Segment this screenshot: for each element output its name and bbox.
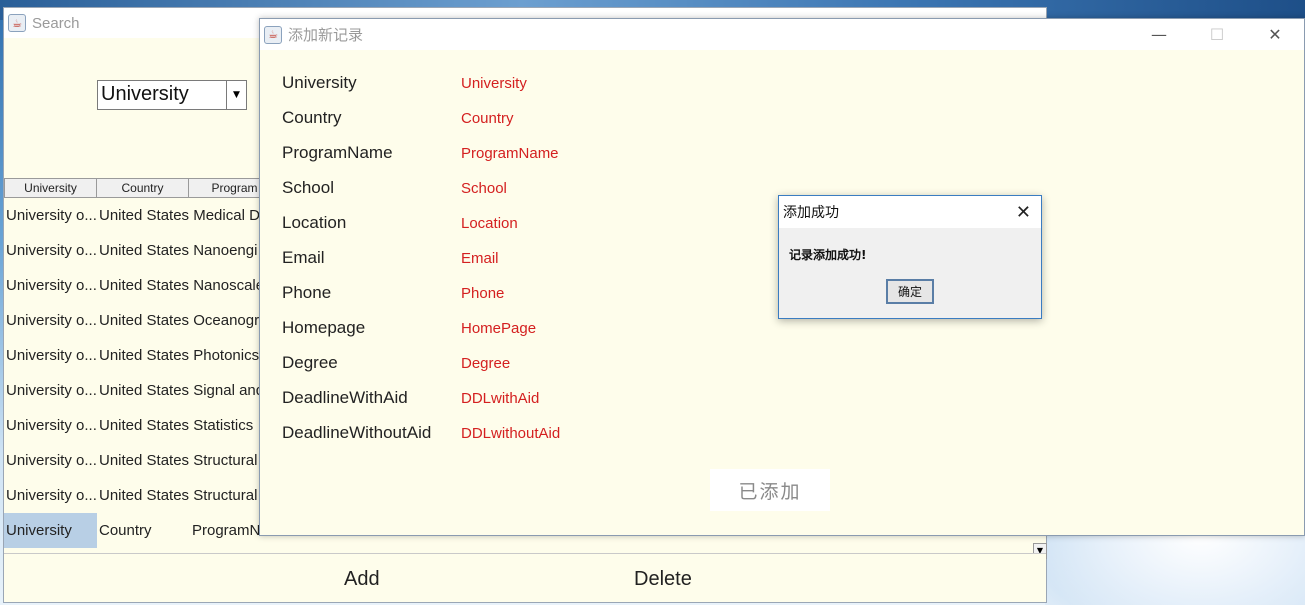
field-label: School [282, 178, 334, 197]
form-row: ProgramName ProgramName [282, 143, 882, 167]
field-value[interactable]: Phone [461, 285, 504, 302]
field-label: Email [282, 248, 325, 267]
field-label: Location [282, 213, 347, 232]
java-icon: ☕ [264, 25, 282, 44]
field-label: DeadlineWithoutAid [282, 423, 432, 442]
window-title: 添加新记录 [288, 27, 364, 44]
table-cell-university[interactable]: University o... [4, 242, 97, 259]
table-cell-country[interactable]: United States Structural [97, 452, 277, 469]
added-button[interactable]: 已添加 [710, 469, 830, 511]
table-cell-country[interactable]: United States Signal and [97, 382, 277, 399]
form-row: DeadlineWithAid DDLwithAid [282, 388, 882, 412]
form-row: Degree Degree [282, 353, 882, 377]
success-dialog: 添加成功 ✕ 记录添加成功! 确定 [778, 195, 1042, 319]
close-icon[interactable]: ✕ [1016, 202, 1031, 223]
delete-button[interactable]: Delete [634, 568, 692, 591]
dialog-title: 添加成功 [783, 205, 839, 221]
bottom-bar: Add Delete [4, 553, 1046, 602]
form-row: Homepage HomePage [282, 318, 882, 342]
column-header-university[interactable]: University [4, 178, 97, 198]
field-value[interactable]: DDLwithoutAid [461, 425, 560, 442]
field-label: University [282, 73, 357, 92]
field-value[interactable]: Location [461, 215, 518, 232]
field-value[interactable]: HomePage [461, 320, 536, 337]
column-header-country[interactable]: Country [96, 178, 189, 198]
table-cell-country[interactable]: United States Statistics [97, 417, 277, 434]
close-icon[interactable]: ✕ [1246, 19, 1304, 50]
field-value[interactable]: Degree [461, 355, 510, 372]
table-cell-country[interactable]: United States Structural [97, 487, 277, 504]
field-label: Degree [282, 353, 338, 372]
field-label: Homepage [282, 318, 366, 337]
table-cell-university[interactable]: University o... [4, 417, 97, 434]
table-cell-country[interactable]: United States Oceanogra [97, 312, 277, 329]
window-controls: — ☐ ✕ [1130, 19, 1304, 50]
combo-value: University [101, 83, 189, 105]
field-label: Country [282, 108, 342, 127]
dialog-titlebar: 添加成功 ✕ [779, 196, 1041, 228]
ok-button[interactable]: 确定 [886, 279, 934, 304]
field-label: DeadlineWithAid [282, 388, 408, 407]
form-row: University University [282, 73, 882, 97]
form-row: Country Country [282, 108, 882, 132]
add-button[interactable]: Add [344, 568, 380, 591]
selected-cell[interactable]: University [4, 513, 97, 548]
field-value[interactable]: Country [461, 110, 514, 127]
table-cell-university[interactable]: University o... [4, 452, 97, 469]
field-value[interactable]: ProgramName [461, 145, 559, 162]
maximize-icon[interactable]: ☐ [1188, 19, 1246, 50]
minimize-icon[interactable]: — [1130, 19, 1188, 50]
table-cell-country[interactable]: United States Photonics [97, 347, 277, 364]
table-cell-university[interactable]: University o... [4, 277, 97, 294]
field-value[interactable]: Email [461, 250, 499, 267]
window-title: Search [32, 14, 80, 32]
table-cell-university[interactable]: University o... [4, 347, 97, 364]
search-field-combo[interactable]: University ▼ [97, 80, 247, 110]
chevron-down-icon[interactable]: ▼ [226, 81, 246, 109]
table-cell-country[interactable]: United States Nanoscale [97, 277, 277, 294]
table-cell[interactable]: Country [97, 522, 190, 539]
table-cell-university[interactable]: University o... [4, 487, 97, 504]
field-value[interactable]: DDLwithAid [461, 390, 539, 407]
table-cell-university[interactable]: University o... [4, 382, 97, 399]
form-row: DeadlineWithoutAid DDLwithoutAid [282, 423, 882, 447]
table-cell-university[interactable]: University o... [4, 312, 97, 329]
table-cell-country[interactable]: United States Medical D [97, 207, 277, 224]
table-cell-country[interactable]: United States Nanoengi [97, 242, 277, 259]
field-value[interactable]: School [461, 180, 507, 197]
field-label: ProgramName [282, 143, 393, 162]
dialog-message: 记录添加成功! [789, 248, 867, 262]
table-cell-university[interactable]: University o... [4, 207, 97, 224]
field-label: Phone [282, 283, 332, 302]
field-value[interactable]: University [461, 75, 527, 92]
java-icon: ☕ [8, 14, 26, 32]
